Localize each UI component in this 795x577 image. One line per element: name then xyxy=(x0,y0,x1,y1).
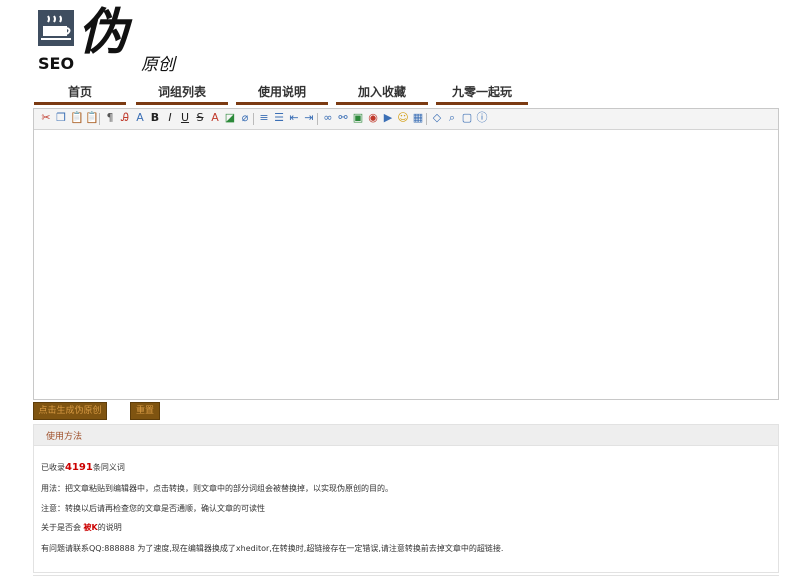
nav-item-add-favorite[interactable]: 加入收藏 xyxy=(336,84,428,105)
editor-toolbar: ✂ ❐ 📋 📋 ¶ Ꭿ A B I U S A ◪ ⌀ ≡ ☰ ⇤ ⇥ ∞ ⚯ ▣ ◉ ▶ ☺ ▦ ◇ ⌕ ▢ ⓘ xyxy=(34,109,778,130)
underline-icon[interactable]: U xyxy=(179,112,191,124)
toolbar-separator xyxy=(253,113,254,125)
editor-content-area[interactable] xyxy=(34,130,778,399)
italic-icon[interactable]: I xyxy=(164,112,176,124)
remove-format-icon[interactable]: ⌀ xyxy=(239,112,251,124)
usage-panel: 使用方法 已收录4191条同义词 用法：把文章粘贴到编辑器中，点击转换，则文章中… xyxy=(33,424,779,573)
paste-icon[interactable]: 📋 xyxy=(70,112,84,124)
toolbar-separator xyxy=(317,113,318,125)
cut-icon[interactable]: ✂ xyxy=(40,112,52,124)
source-icon[interactable]: ◇ xyxy=(431,112,443,124)
fullscreen-icon[interactable]: ▢ xyxy=(461,112,473,124)
table-icon[interactable]: ▦ xyxy=(412,112,424,124)
indent-icon[interactable]: ⇥ xyxy=(303,112,315,124)
image-icon[interactable]: ▣ xyxy=(352,112,364,124)
unlink-icon[interactable]: ⚯ xyxy=(337,112,349,124)
bold-icon[interactable]: B xyxy=(149,112,161,124)
strikethrough-icon[interactable]: S xyxy=(194,112,206,124)
reset-button[interactable]: 重置 xyxy=(130,402,160,420)
ban-info-suffix: 的说明 xyxy=(97,523,122,532)
ban-info-line: 关于是否会 被K的说明 xyxy=(41,522,122,533)
list-icon[interactable]: ☰ xyxy=(273,112,285,124)
ban-info-prefix: 关于是否会 xyxy=(41,523,81,532)
paste-text-icon[interactable]: 📋 xyxy=(85,112,99,124)
font-color-icon[interactable]: A xyxy=(209,112,221,124)
site-logo[interactable]: SEO 伪 原创 xyxy=(34,2,194,76)
nav-item-instructions[interactable]: 使用说明 xyxy=(236,84,328,105)
nav-item-phrase-list[interactable]: 词组列表 xyxy=(136,84,228,105)
toolbar-separator xyxy=(426,113,427,125)
emotion-icon[interactable]: ☺ xyxy=(397,112,409,124)
generate-button[interactable]: 点击生成伪原创 xyxy=(33,402,107,420)
block-format-icon[interactable]: ¶ xyxy=(104,112,116,124)
bottom-divider xyxy=(33,575,779,576)
toolbar-separator xyxy=(99,113,100,125)
nav-item-play-together[interactable]: 九零一起玩 xyxy=(436,84,528,105)
usage-panel-header: 使用方法 xyxy=(34,425,778,446)
background-color-icon[interactable]: ◪ xyxy=(224,112,236,124)
about-icon[interactable]: ⓘ xyxy=(476,112,488,124)
usage-note-line: 注意：转换以后请再检查您的文章是否通顺，确认文章的可读性 xyxy=(41,504,265,513)
usage-instruction-line: 用法：把文章粘贴到编辑器中，点击转换，则文章中的部分词组会被替换掉，以实现伪原创… xyxy=(41,484,393,493)
logo-seo-text: SEO xyxy=(38,54,75,73)
coffee-cup-icon xyxy=(38,10,74,46)
synonym-count-prefix: 已收录 xyxy=(41,463,65,472)
logo-brush-text: 伪 xyxy=(78,2,128,61)
copy-icon[interactable]: ❐ xyxy=(55,112,67,124)
link-icon[interactable]: ∞ xyxy=(322,112,334,124)
font-family-icon[interactable]: Ꭿ xyxy=(119,112,131,124)
font-size-icon[interactable]: A xyxy=(134,112,146,124)
synonym-count-suffix: 条同义词 xyxy=(92,463,125,472)
nav-item-home[interactable]: 首页 xyxy=(34,84,126,105)
preview-icon[interactable]: ⌕ xyxy=(446,112,458,124)
media-icon[interactable]: ▶ xyxy=(382,112,394,124)
rich-text-editor: ✂ ❐ 📋 📋 ¶ Ꭿ A B I U S A ◪ ⌀ ≡ ☰ ⇤ ⇥ ∞ ⚯ ▣ ◉ ▶ ☺ ▦ ◇ ⌕ ▢ ⓘ xyxy=(33,108,779,400)
synonym-count-line: 已收录4191条同义词 xyxy=(41,462,125,473)
flash-icon[interactable]: ◉ xyxy=(367,112,379,124)
ban-info-link[interactable]: 被K xyxy=(84,523,98,532)
outdent-icon[interactable]: ⇤ xyxy=(288,112,300,124)
usage-panel-title: 使用方法 xyxy=(46,432,83,442)
align-icon[interactable]: ≡ xyxy=(258,112,270,124)
contact-info-line: 有问题请联系QQ:888888 为了速度,现在编辑器换成了xheditor,在转… xyxy=(41,544,504,553)
logo-sub-text: 原创 xyxy=(141,55,175,75)
synonym-count: 4191 xyxy=(65,462,93,473)
